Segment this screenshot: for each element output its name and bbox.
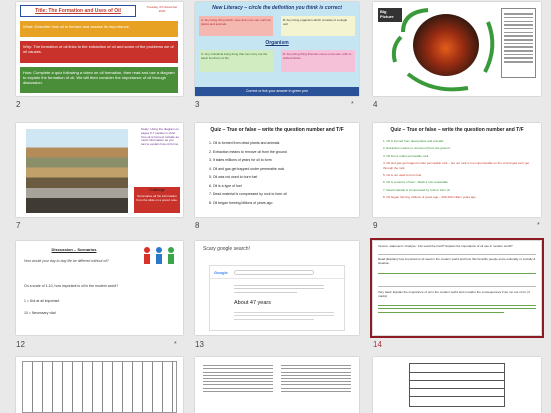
challenge-title: Challenge <box>149 188 165 192</box>
challenge-text: Summarise all the information from the s… <box>136 194 178 202</box>
people-image <box>140 245 178 267</box>
quiz-item: 1. Oil is formed from dead plants and an… <box>209 141 280 145</box>
slide-title: New Literacy – circle the definition you… <box>212 5 342 11</box>
what-box: What: Describe how oil is formed and ass… <box>20 21 178 37</box>
quiz-item: 4. Oil and gas get trapped under permeab… <box>383 161 530 170</box>
people-icon <box>140 245 178 267</box>
slide-thumbnail-4[interactable]: Big Picture <box>373 2 541 96</box>
option-c: C: Any individual living thing that can … <box>199 50 273 72</box>
quiz-item: 6. Oil is a source of fuel – black a non… <box>383 180 448 185</box>
slide-thumbnail-15[interactable] <box>16 357 183 413</box>
slide-thumbnail-14[interactable]: Income: statement / Analyse: 'Life would… <box>370 238 544 338</box>
slide-title-box: Title: The Formation and Uses of Oil <box>20 5 136 17</box>
slide-title: Quiz – True or false – write the questio… <box>210 127 344 133</box>
quiz-item: 8. Oil began forming millions of years a… <box>383 195 476 200</box>
slide-thumbnail-9[interactable]: Quiz – True or false – write the questio… <box>373 123 541 217</box>
transition-star-icon: * <box>537 222 540 229</box>
quiz-item: 3. Oil forms under permeable rock <box>383 153 429 158</box>
slide-title: Scary google search! <box>203 246 250 252</box>
geology-diagram <box>26 129 128 213</box>
prompt-text: How would your day-to-day life be differ… <box>24 259 109 263</box>
quiz-item: 3. It takes millions of years for oil to… <box>209 158 272 162</box>
option-b: B: Any living organism which consists of… <box>281 16 355 36</box>
how-box: How: Complete a quiz following a video o… <box>20 67 178 93</box>
transition-star-icon: * <box>351 101 354 108</box>
slide-thumbnail-17[interactable] <box>373 357 541 413</box>
answer-lines-1 <box>378 271 536 276</box>
quiz-item: 5. Oil was not used to burn fuel <box>209 175 258 179</box>
search-box <box>234 270 314 275</box>
why-box: Why: The formation of oil links to the e… <box>20 41 178 63</box>
result-heading: About 47 years <box>234 300 271 306</box>
search-screenshot: Google About 47 years <box>209 265 346 331</box>
scale-question: On a scale of 1-10, how important is oil… <box>24 284 119 288</box>
divider <box>378 254 536 255</box>
quiz-item: 2. Extraction means to remove oil from t… <box>209 149 287 154</box>
slide-number: 8 <box>195 221 200 230</box>
keyword: Organism <box>265 40 289 46</box>
slide-number: 3 <box>195 100 200 109</box>
scale-min-label: 1 = Not at all important <box>24 299 60 303</box>
transition-star-icon: * <box>174 341 177 348</box>
paragraph-1: Read (Explain) how important is oil used… <box>378 257 536 265</box>
slide-thumbnail-8[interactable]: Quiz – True or false – write the questio… <box>195 123 359 217</box>
quiz-item: 2. Extraction means to remove oil from t… <box>383 146 450 151</box>
info-panel <box>501 8 536 78</box>
quiz-answer-list: 1. Oil is formed from dead plants and an… <box>383 139 535 200</box>
quiz-item: 7. Dead material is compressed by rock t… <box>209 192 287 196</box>
divider <box>378 286 536 287</box>
slide-thumbnail-12[interactable]: Discussion – Scenarios How would your da… <box>16 241 183 335</box>
answer-lines-2 <box>378 303 536 315</box>
option-d: D: Any living thing that can move on its… <box>281 50 355 72</box>
paragraph-2: Very Hard: Explain the importance of oil… <box>378 290 530 298</box>
scale-max-label: 10 = Necessary vital <box>24 311 56 315</box>
slide-title: Discussion – Scenarios <box>51 247 97 252</box>
slide-number: 13 <box>195 340 204 349</box>
footer-banner: Correct or tick your answer in green pen <box>195 87 359 96</box>
challenge-box: Challenge Summarise all the information … <box>134 187 180 213</box>
quiz-item: 5. Oil is not used to burn fuel <box>383 173 422 178</box>
quiz-item: 4. Oil and gas get trapped under permeab… <box>209 166 285 171</box>
slide-number: 9 <box>373 221 378 230</box>
quiz-item: 8. Oil began forming billions of years a… <box>209 200 273 205</box>
slide-number: 14 <box>373 340 382 349</box>
google-logo: Google <box>214 270 228 275</box>
quiz-item: 1. Oil is formed from dead plants and an… <box>383 139 444 143</box>
quiz-list: 1. Oil is formed from dead plants and an… <box>209 139 349 207</box>
slide-title: Quiz – True or false – write the questio… <box>390 127 524 133</box>
slide-heading: Income: statement / Analyse: 'Life would… <box>378 244 513 248</box>
study-text: Study: Using the diagram on pages 6-7 ex… <box>141 127 179 146</box>
quiz-item: 6. Oil is a type of fuel <box>209 183 242 188</box>
option-a: A: Any living thing which more than one … <box>199 16 273 36</box>
slide-date: Tuesday, 03 November 2020 <box>146 5 178 13</box>
slide-thumbnail-7[interactable]: Study: Using the diagram on pages 6-7 ex… <box>16 123 183 217</box>
quiz-item: 7. Dead material is compressed by rock t… <box>383 187 450 192</box>
slide-number: 7 <box>16 221 21 230</box>
slide-number: 4 <box>373 100 378 109</box>
slide-number: 12 <box>16 340 25 349</box>
slide-thumbnail-2[interactable]: Title: The Formation and Uses of Oil Tue… <box>16 2 183 96</box>
slide-thumbnail-16[interactable] <box>195 357 359 413</box>
slide-thumbnail-3[interactable]: New Literacy – circle the definition you… <box>195 2 359 96</box>
slide-thumbnail-13[interactable]: Scary google search! Google About 47 yea… <box>195 241 359 335</box>
search-bar-line <box>210 278 346 279</box>
slide-number: 2 <box>16 100 21 109</box>
